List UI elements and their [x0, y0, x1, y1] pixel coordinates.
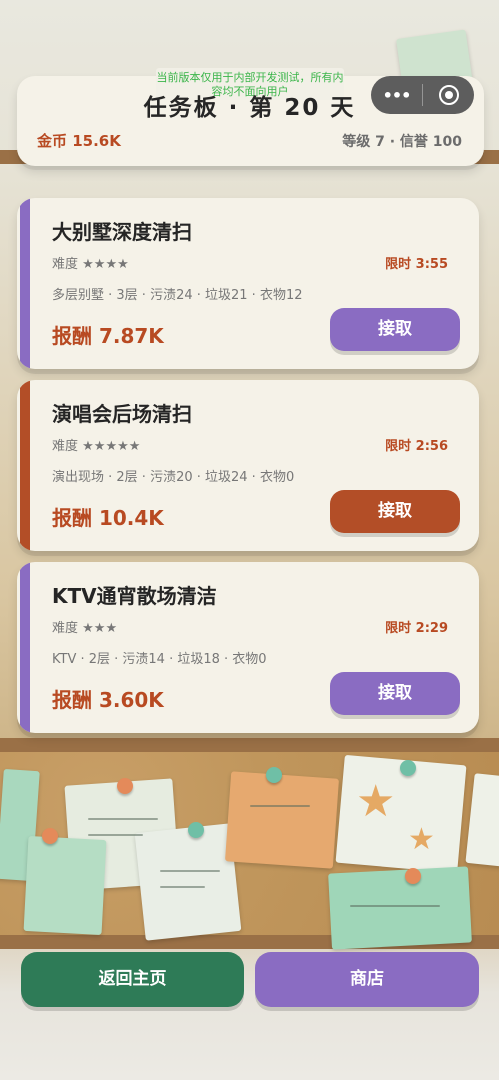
more-dots-icon[interactable]: ••• — [371, 86, 422, 105]
accept-button[interactable]: 接取 — [330, 490, 460, 533]
gold-balance: 金币 15.6K — [37, 132, 121, 150]
mini-program-close-icon[interactable] — [423, 85, 474, 105]
task-details: 多层别墅 · 3层 · 污渍24 · 垃圾21 · 衣物12 — [52, 288, 303, 303]
task-details: KTV · 2层 · 污渍14 · 垃圾18 · 衣物0 — [52, 652, 267, 667]
task-reward: 报酬 3.60K — [52, 688, 164, 712]
accept-button[interactable]: 接取 — [330, 308, 460, 351]
shop-button[interactable]: 商店 — [255, 952, 479, 1007]
task-card: 演唱会后场清扫 难度 ★★★★★ 限时 2:56 演出现场 · 2层 · 污渍2… — [17, 380, 479, 551]
star-icon: ★ — [408, 822, 435, 857]
star-icon: ★ — [356, 776, 396, 827]
decor-note — [328, 866, 472, 950]
task-difficulty: 难度 ★★★ — [52, 621, 118, 636]
task-difficulty: 难度 ★★★★★ — [52, 439, 141, 454]
task-reward: 报酬 10.4K — [52, 506, 164, 530]
task-difficulty: 难度 ★★★★ — [52, 257, 129, 272]
decor-note — [224, 771, 340, 869]
task-name: 演唱会后场清扫 — [52, 402, 192, 426]
accept-button[interactable]: 接取 — [330, 672, 460, 715]
card-accent — [20, 380, 30, 551]
home-button[interactable]: 返回主页 — [21, 952, 244, 1007]
task-name: 大别墅深度清扫 — [52, 220, 192, 244]
task-details: 演出现场 · 2层 · 污渍20 · 垃圾24 · 衣物0 — [52, 470, 295, 485]
task-time-limit: 限时 2:29 — [385, 621, 448, 636]
card-accent — [20, 562, 30, 733]
task-time-limit: 限时 3:55 — [385, 257, 448, 272]
task-time-limit: 限时 2:56 — [385, 439, 448, 454]
task-card: 大别墅深度清扫 难度 ★★★★ 限时 3:55 多层别墅 · 3层 · 污渍24… — [17, 198, 479, 369]
task-reward: 报酬 7.87K — [52, 324, 164, 348]
decor-note — [23, 836, 107, 935]
task-card: KTV通宵散场清洁 难度 ★★★ 限时 2:29 KTV · 2层 · 污渍14… — [17, 562, 479, 733]
mini-program-capsule: ••• — [371, 76, 474, 114]
task-name: KTV通宵散场清洁 — [52, 584, 217, 608]
player-stats: 等级 7 · 信誉 100 — [342, 134, 462, 150]
card-accent — [20, 198, 30, 369]
